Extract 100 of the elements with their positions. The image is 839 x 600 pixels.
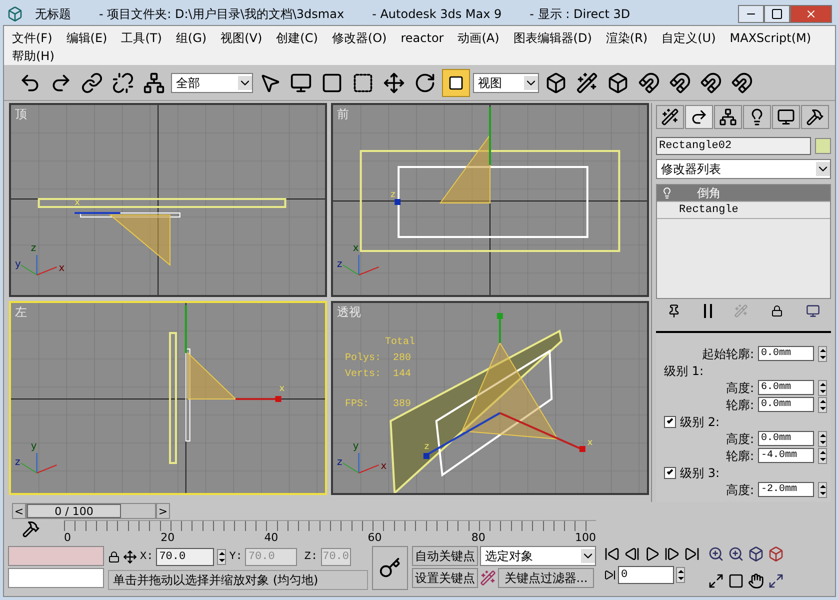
menu-item[interactable]: 文件(F) xyxy=(12,29,52,47)
display-mode: - 显示 : Direct 3D xyxy=(530,6,630,23)
spinner-arrows-icon[interactable] xyxy=(217,549,226,565)
key-filters-button[interactable]: 关键点过滤器... xyxy=(498,568,594,588)
param-label: 轮廓: xyxy=(726,396,754,414)
window-title: 无标题 xyxy=(35,6,71,23)
previous-frame-button[interactable]: < xyxy=(12,503,26,519)
region-zoom-icon[interactable] xyxy=(728,573,744,589)
scale-icon xyxy=(448,74,464,90)
panel-tab[interactable] xyxy=(714,105,742,129)
zoom-icon[interactable] xyxy=(708,546,724,562)
lock-icon[interactable] xyxy=(771,305,784,318)
menu-item[interactable]: 帮助(H) xyxy=(12,47,54,65)
current-frame-field[interactable]: 0 xyxy=(618,566,674,584)
frame-tick-label: 60 xyxy=(368,531,382,546)
go-to-end-icon[interactable] xyxy=(684,546,700,562)
viewport[interactable]: z x z 前 xyxy=(331,103,649,297)
viewport[interactable]: z y x 左 xyxy=(9,301,327,495)
selection-filter-dropdown[interactable]: 全部 xyxy=(171,72,253,92)
show-end-icon[interactable] xyxy=(704,304,712,318)
transform-mode-icon[interactable] xyxy=(123,550,137,564)
lightbulb-icon[interactable] xyxy=(661,187,673,199)
caret-icon xyxy=(238,76,252,90)
panel-tab[interactable] xyxy=(743,105,771,129)
y-label: Y: xyxy=(229,550,242,565)
next-frame-button[interactable]: > xyxy=(156,503,170,519)
param-label: 高度: xyxy=(726,482,754,498)
hierarchy-icon xyxy=(719,108,737,126)
panel-tab[interactable] xyxy=(801,105,829,129)
menu-item[interactable]: 编辑(E) xyxy=(66,29,108,47)
menu-item[interactable]: 自定义(U) xyxy=(662,29,716,47)
param-field[interactable]: 6.0mm xyxy=(758,380,814,395)
axis-label: z xyxy=(336,258,342,270)
spinner-arrows-icon[interactable] xyxy=(818,346,827,362)
spinner-snap-icon xyxy=(731,72,753,94)
reference-coord-dropdown[interactable]: 视图 xyxy=(473,72,539,92)
set-key-mode-button[interactable] xyxy=(372,546,408,590)
panel-tab[interactable] xyxy=(656,105,684,129)
scale-button[interactable] xyxy=(442,68,470,96)
caret-icon xyxy=(581,549,595,563)
script-listener-field[interactable] xyxy=(8,546,104,566)
menu-item[interactable]: 创建(C) xyxy=(276,29,318,47)
object-color-swatch[interactable] xyxy=(815,138,831,154)
next-frame-icon[interactable] xyxy=(664,546,680,562)
spinner-arrows-icon[interactable] xyxy=(818,448,827,464)
x-field[interactable]: 70.0 xyxy=(156,548,214,566)
percent-snap-icon xyxy=(700,72,722,94)
menu-item[interactable]: 图表编辑器(D) xyxy=(513,29,592,47)
param-field[interactable]: -2.0mm xyxy=(758,482,814,497)
menu-item[interactable]: 动画(A) xyxy=(458,29,500,47)
previous-frame-icon[interactable] xyxy=(624,546,640,562)
rotate-icon xyxy=(414,72,436,94)
set-key-button[interactable]: 设置关键点 xyxy=(412,568,478,588)
param-field[interactable]: 0.0mm xyxy=(758,397,814,412)
checkbox[interactable] xyxy=(664,416,676,428)
frame-tick-label: 80 xyxy=(471,531,486,546)
stack-item[interactable]: Rectangle xyxy=(657,202,830,219)
spinner-arrows-icon[interactable] xyxy=(818,482,827,498)
param-field[interactable]: -4.0mm xyxy=(758,448,814,463)
frame-tick-label: 100 xyxy=(574,531,596,546)
key-mode-toggle-icon[interactable] xyxy=(604,569,616,581)
pin-icon[interactable] xyxy=(667,304,682,318)
panel-tab[interactable] xyxy=(772,105,800,129)
x-label: X: xyxy=(140,550,154,565)
object-name-field[interactable]: Rectangle02 xyxy=(656,137,811,155)
axis-tripod-icon xyxy=(342,254,380,276)
menu-item[interactable]: 渲染(R) xyxy=(606,29,648,47)
checkbox[interactable] xyxy=(664,466,676,478)
spinner-arrows-icon[interactable] xyxy=(676,567,685,583)
menu-item[interactable]: 工具(T) xyxy=(121,29,162,47)
maximize-button[interactable] xyxy=(764,5,790,23)
script-output-field[interactable] xyxy=(8,568,104,588)
param-field[interactable]: 0.0mm xyxy=(758,431,814,446)
menu-item[interactable]: MAXScript(M) xyxy=(730,29,812,47)
close-button[interactable] xyxy=(790,5,832,23)
time-slider-thumb[interactable]: 0 / 100 xyxy=(27,504,121,518)
lock-icon[interactable] xyxy=(108,551,120,563)
pan-icon[interactable] xyxy=(748,573,764,589)
minimize-button[interactable] xyxy=(738,5,764,23)
panel-tab[interactable] xyxy=(685,105,713,129)
auto-key-button[interactable]: 自动关键点 xyxy=(412,546,478,566)
menu-item[interactable]: 组(G) xyxy=(176,29,207,47)
key-mode-dropdown[interactable]: 选定对象 xyxy=(480,546,596,566)
spinner-arrows-icon[interactable] xyxy=(818,430,827,446)
go-to-start-icon[interactable] xyxy=(604,546,620,562)
play-icon[interactable] xyxy=(644,546,660,562)
viewport[interactable]: y z x x 顶 xyxy=(9,103,327,297)
param-field[interactable]: 0.0mm xyxy=(758,346,814,361)
modifier-list-dropdown[interactable]: 修改器列表 xyxy=(656,159,831,179)
spinner-arrows-icon[interactable] xyxy=(818,396,827,412)
stack-item[interactable]: 倒角 xyxy=(657,185,830,202)
spinner-arrows-icon[interactable] xyxy=(818,380,827,396)
menu-item[interactable]: 视图(V) xyxy=(220,29,262,47)
monitor-icon xyxy=(777,108,795,126)
viewport[interactable]: z y x z x 透视 Total Polys: 280 Verts: 144 FPS: 389 xyxy=(331,301,649,495)
zoom-all-icon[interactable] xyxy=(728,546,744,562)
hammer-icon xyxy=(806,108,824,126)
menu-item[interactable]: 修改器(O) xyxy=(332,29,387,47)
menu-item[interactable]: reactor xyxy=(400,29,444,47)
region-icon xyxy=(321,72,343,94)
